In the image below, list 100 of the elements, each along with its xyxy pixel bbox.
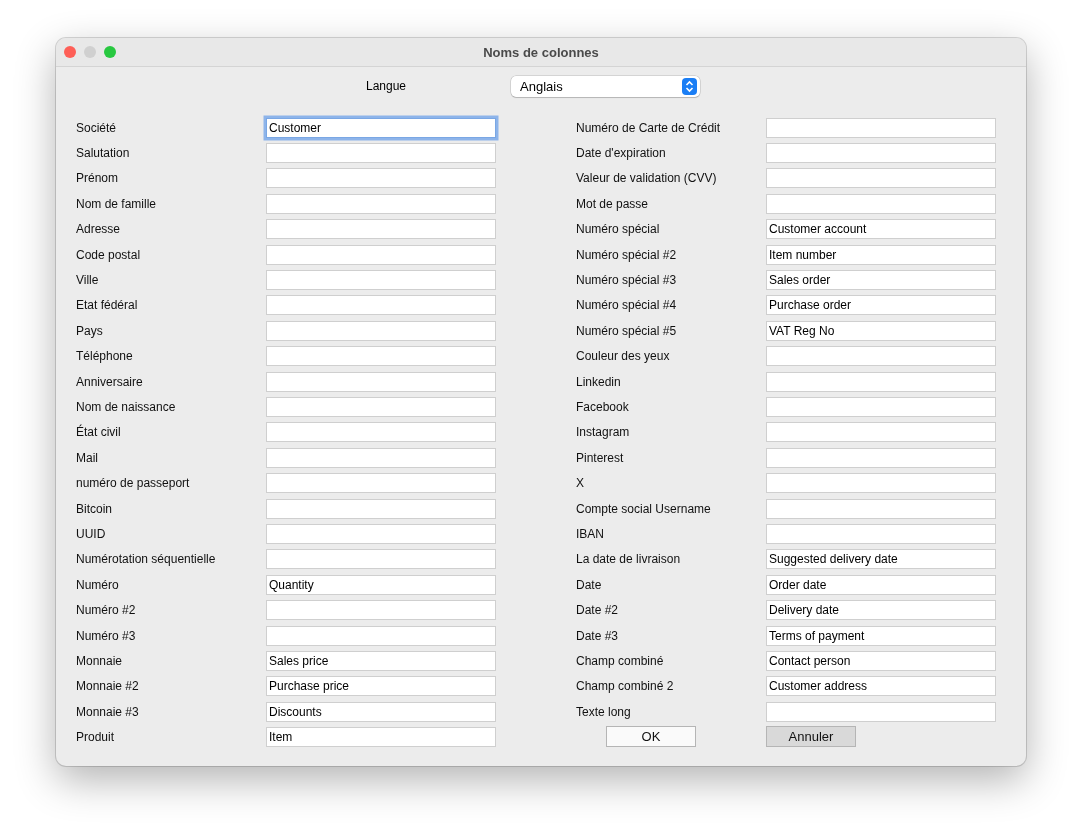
field-label: Facebook [576,400,630,414]
text-field[interactable] [266,193,496,214]
text-field[interactable] [266,295,496,316]
text-field[interactable] [766,473,996,494]
field-label: Société [76,120,118,135]
field-label: Nom de famille [76,196,158,211]
text-field[interactable]: Item number [766,244,996,265]
field-label: Numéro de Carte de Crédit [576,120,722,135]
field-label: numéro de passeport [76,476,191,491]
text-field[interactable] [266,523,496,544]
text-field[interactable] [266,371,496,392]
field-label: Produit [76,730,116,745]
field-label: Date d'expiration [576,146,667,161]
text-field[interactable]: Item [266,727,496,748]
field-label: Numéro spécial #3 [576,273,678,288]
text-field[interactable] [766,193,996,214]
text-field[interactable] [266,320,496,341]
field-label: X [576,476,585,491]
field-label: UUID [76,526,107,541]
text-field[interactable] [266,143,496,164]
text-field[interactable]: Quantity [266,574,496,595]
text-field[interactable] [766,701,996,722]
text-field[interactable] [766,346,996,367]
language-select[interactable]: Anglais [511,75,700,97]
field-label: Téléphone [76,349,134,364]
text-field[interactable]: Contact person [766,650,996,671]
field-label: Pays [76,323,104,338]
dialog-button[interactable]: Annuler [766,726,856,748]
text-field[interactable] [266,397,496,417]
window-title: Noms de colonnes [482,44,600,60]
text-field[interactable] [266,270,496,291]
field-label: Prénom [76,171,120,186]
text-field[interactable] [266,168,496,189]
minimize-button[interactable] [84,46,96,58]
field-label: Numéro spécial [576,222,661,237]
field-label: Date [576,577,603,592]
field-label: Couleur des yeux [576,349,671,364]
field-label: La date de livraison [576,552,682,567]
text-field[interactable] [266,346,496,367]
text-field[interactable] [766,143,996,164]
text-field[interactable] [766,447,996,468]
text-field[interactable] [766,397,996,417]
field-label: Numéro spécial #5 [576,323,678,338]
text-field[interactable] [266,600,496,621]
field-label: Numéro #3 [76,628,137,643]
text-field[interactable]: Discounts [266,701,496,722]
text-field[interactable] [766,498,996,519]
field-label: Date #3 [576,628,620,643]
text-field[interactable] [266,447,496,468]
field-label: État civil [76,425,122,440]
text-field[interactable]: Purchase price [266,676,496,697]
text-field[interactable]: Order date [766,574,996,595]
text-field[interactable] [266,219,496,240]
field-label: Code postal [76,247,142,262]
text-field[interactable] [766,371,996,392]
text-field[interactable] [266,498,496,519]
field-label: Compte social Username [576,501,712,516]
text-field[interactable]: Customer address [766,676,996,697]
text-field[interactable] [266,549,496,570]
text-field[interactable] [266,473,496,494]
field-label: Adresse [76,222,122,237]
dialog-button[interactable]: OK [606,726,696,748]
text-field[interactable] [766,523,996,544]
text-field[interactable]: Customer [266,117,496,138]
field-label: Monnaie #2 [76,679,140,694]
field-label: Texte long [576,704,632,719]
field-label: Numéro spécial #2 [576,247,678,262]
field-label: Pinterest [576,450,625,465]
text-field[interactable]: Suggested delivery date [766,549,996,570]
text-field[interactable] [266,422,496,443]
text-field[interactable]: Terms of payment [766,625,996,646]
text-field[interactable] [266,625,496,646]
field-label: Monnaie #3 [76,704,140,719]
field-label: Valeur de validation (CVV) [576,171,718,186]
field-label: Etat fédéral [76,298,139,313]
field-label: Numéro spécial #4 [576,298,678,313]
text-field[interactable] [766,117,996,138]
zoom-button[interactable] [104,46,116,58]
text-field[interactable]: Sales order [766,270,996,291]
field-label: Champ combiné [576,653,665,668]
field-label: Nom de naissance [76,400,177,414]
text-field[interactable]: Purchase order [766,295,996,316]
field-label: Salutation [76,146,131,161]
field-label: Monnaie [76,653,124,668]
field-label: Anniversaire [76,374,144,389]
text-field[interactable]: Customer account [766,219,996,240]
text-field[interactable]: Delivery date [766,600,996,621]
field-label: Date #2 [576,603,620,618]
field-label: Instagram [576,425,631,440]
field-label: Numéro [76,577,120,592]
text-field[interactable] [266,244,496,265]
field-label: Mot de passe [576,196,650,211]
close-button[interactable] [64,46,76,58]
text-field[interactable] [766,168,996,189]
field-label: Numéro #2 [76,603,137,618]
field-label: Mail [76,450,99,465]
text-field[interactable]: Sales price [266,650,496,671]
field-label: IBAN [576,526,605,541]
text-field[interactable] [766,422,996,443]
text-field[interactable]: VAT Reg No [766,320,996,341]
